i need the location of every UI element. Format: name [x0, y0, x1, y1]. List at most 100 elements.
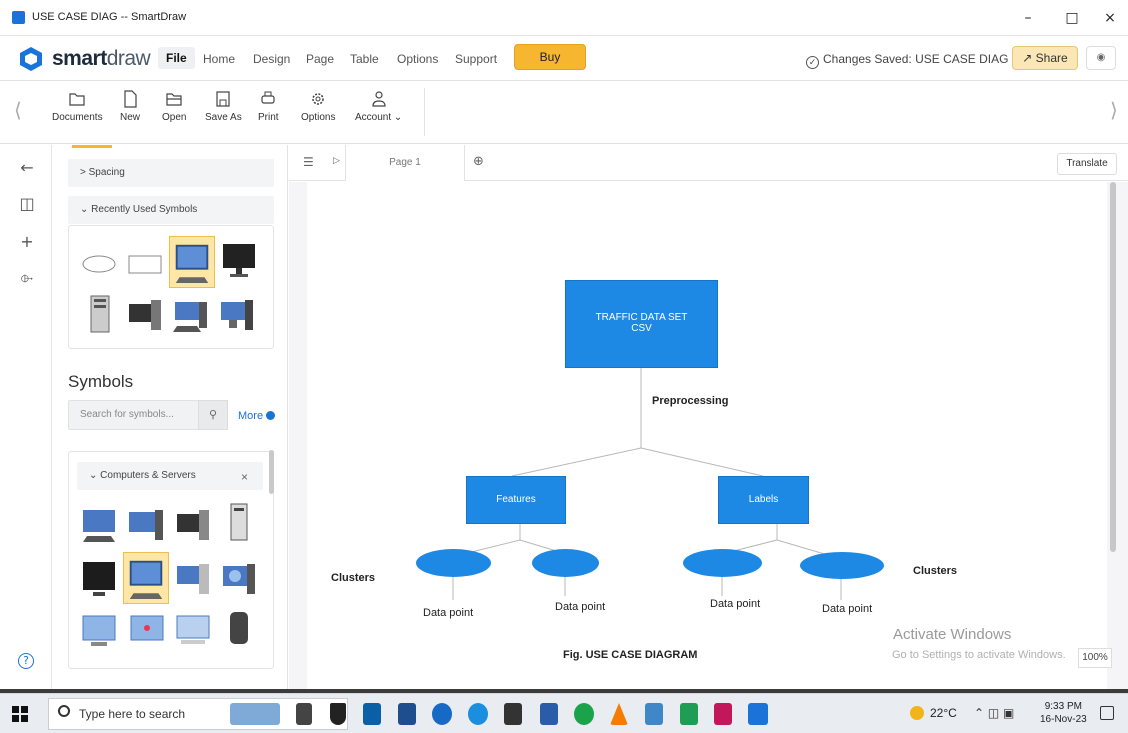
intellij-icon[interactable] — [714, 703, 732, 725]
data-cylinder-icon[interactable]: ⌱ — [18, 269, 36, 287]
selected-monitor-icon[interactable] — [123, 552, 169, 604]
menu-options[interactable]: Options — [397, 52, 438, 66]
tab-page-1[interactable]: Page 1 — [345, 145, 465, 181]
tower-server-icon[interactable] — [81, 294, 121, 334]
menu-page[interactable]: Page — [306, 52, 334, 66]
close-library-icon[interactable]: × — [241, 470, 248, 484]
back-arrow-icon[interactable]: ← — [18, 159, 36, 177]
search-highlight-icon[interactable] — [230, 703, 280, 725]
computer-globe-icon[interactable] — [219, 560, 259, 600]
documents-button[interactable]: Documents — [52, 90, 103, 123]
server-tower-icon[interactable] — [219, 502, 259, 542]
menu-bar: smartdraw File Home Design Page Table Op… — [0, 37, 1128, 81]
gear-icon — [312, 93, 325, 105]
menu-support[interactable]: Support — [455, 52, 497, 66]
labels-node[interactable]: Labels — [718, 476, 809, 524]
recent-symbols-header[interactable]: ⌄ Recently Used Symbols — [68, 196, 274, 224]
flat-monitor-icon[interactable] — [173, 612, 213, 652]
menu-table[interactable]: Table — [350, 52, 379, 66]
taskbar-clock[interactable]: 9:33 PM 16-Nov-23 — [1040, 700, 1087, 726]
diagram-caption[interactable]: Fig. USE CASE DIAGRAM — [563, 649, 697, 661]
light-monitor-icon[interactable] — [79, 612, 119, 652]
symbol-panel: > Spacing ⌄ Recently Used Symbols Symbol… — [52, 145, 288, 689]
account-button[interactable]: Account ⌄ — [355, 90, 402, 123]
symbols-library-icon[interactable]: ◫ — [18, 195, 36, 213]
internet-explorer-icon[interactable] — [432, 703, 452, 725]
windows-start-icon[interactable] — [12, 706, 28, 722]
rectangle-symbol-icon[interactable] — [125, 244, 165, 284]
workstation-icon[interactable] — [171, 296, 211, 336]
pycharm-icon[interactable] — [680, 703, 698, 725]
open-button[interactable]: Open — [162, 90, 186, 123]
pc-tower-icon[interactable] — [173, 560, 213, 600]
vlc-icon[interactable] — [610, 703, 628, 725]
view-icon[interactable]: ◉ — [1086, 46, 1116, 70]
security-shield-icon[interactable] — [330, 703, 346, 725]
store-icon[interactable] — [398, 703, 416, 725]
computer-with-tower-icon[interactable] — [127, 506, 167, 546]
whatsapp-icon[interactable] — [574, 703, 594, 725]
features-node[interactable]: Features — [466, 476, 566, 524]
app-pinned-2-icon[interactable] — [645, 703, 663, 725]
page-list-icon[interactable]: ☰ — [303, 155, 314, 169]
print-button[interactable]: Print — [258, 90, 279, 123]
cluster-ellipse-4[interactable] — [800, 552, 884, 579]
clusters-right-label[interactable]: Clusters — [913, 565, 957, 577]
ellipse-symbol-icon[interactable] — [79, 244, 119, 284]
menu-home[interactable]: Home — [203, 52, 235, 66]
dark-desktop-icon[interactable] — [173, 506, 213, 546]
maximize-icon[interactable]: □ — [1054, 6, 1090, 30]
clusters-left-label[interactable]: Clusters — [331, 572, 375, 584]
cluster-ellipse-3[interactable] — [683, 549, 762, 577]
edge-browser-icon[interactable] — [468, 703, 488, 725]
canvas-scrollbar[interactable] — [1110, 182, 1116, 552]
buy-button[interactable]: Buy — [514, 44, 586, 70]
drawing-canvas[interactable] — [289, 182, 1128, 689]
weather-widget[interactable]: 22°C — [910, 706, 957, 720]
command-prompt-icon[interactable] — [504, 703, 522, 725]
preprocessing-label[interactable]: Preprocessing — [652, 395, 728, 407]
options-button[interactable]: Options — [301, 90, 335, 123]
system-tray-icons[interactable]: ⌃ ◫ ▣ — [974, 706, 1014, 720]
add-page-icon[interactable]: ⊕ — [473, 154, 484, 169]
menu-design[interactable]: Design — [253, 52, 290, 66]
panel-scrollbar[interactable] — [269, 450, 274, 494]
share-button[interactable]: ↗ Share — [1012, 46, 1078, 70]
close-icon[interactable]: × — [1092, 6, 1128, 30]
cylinder-server-icon[interactable] — [219, 608, 259, 648]
help-icon[interactable]: ? — [18, 653, 34, 669]
more-symbols-link[interactable]: More — [238, 410, 276, 422]
smartdraw-taskbar-icon[interactable] — [748, 703, 768, 725]
desktop-computer-icon[interactable] — [79, 506, 119, 546]
traffic-data-set-node[interactable]: TRAFFIC DATA SET CSV — [565, 280, 718, 368]
add-icon[interactable]: + — [18, 233, 36, 251]
cluster-ellipse-2[interactable] — [532, 549, 599, 577]
data-point-label-2[interactable]: Data point — [555, 601, 605, 613]
minimize-icon[interactable]: – — [1010, 6, 1046, 30]
dark-monitor-icon[interactable] — [219, 240, 259, 280]
data-point-label-4[interactable]: Data point — [822, 603, 872, 615]
cluster-ellipse-1[interactable] — [416, 549, 491, 577]
new-button[interactable]: New — [120, 90, 140, 123]
spacing-section[interactable]: > Spacing — [68, 159, 274, 187]
desktop-tower-icon[interactable] — [125, 296, 165, 336]
play-icon[interactable]: ▷ — [333, 156, 340, 166]
pc-with-tower-icon[interactable] — [217, 296, 257, 336]
translate-button[interactable]: Translate — [1057, 153, 1117, 175]
task-view-icon[interactable] — [296, 703, 312, 725]
toolbar-scroll-left-icon[interactable]: ⟨ — [14, 98, 22, 122]
black-monitor-icon[interactable] — [79, 560, 119, 600]
notification-icon[interactable] — [1100, 706, 1114, 720]
data-point-label-3[interactable]: Data point — [710, 598, 760, 610]
computers-servers-header[interactable]: ⌄ Computers & Servers — [77, 462, 263, 490]
monitor-logo-icon[interactable] — [127, 612, 167, 652]
mail-icon[interactable] — [363, 703, 381, 725]
toolbar-scroll-right-icon[interactable]: ⟩ — [1110, 98, 1118, 122]
app-pinned-icon[interactable] — [540, 703, 558, 725]
computer-monitor-icon[interactable] — [169, 236, 215, 288]
search-icon[interactable]: ⚲ — [198, 400, 228, 430]
zoom-level[interactable]: 100% — [1078, 648, 1112, 668]
data-point-label-1[interactable]: Data point — [423, 607, 473, 619]
menu-file[interactable]: File — [158, 47, 195, 69]
save-as-button[interactable]: Save As — [205, 90, 242, 123]
